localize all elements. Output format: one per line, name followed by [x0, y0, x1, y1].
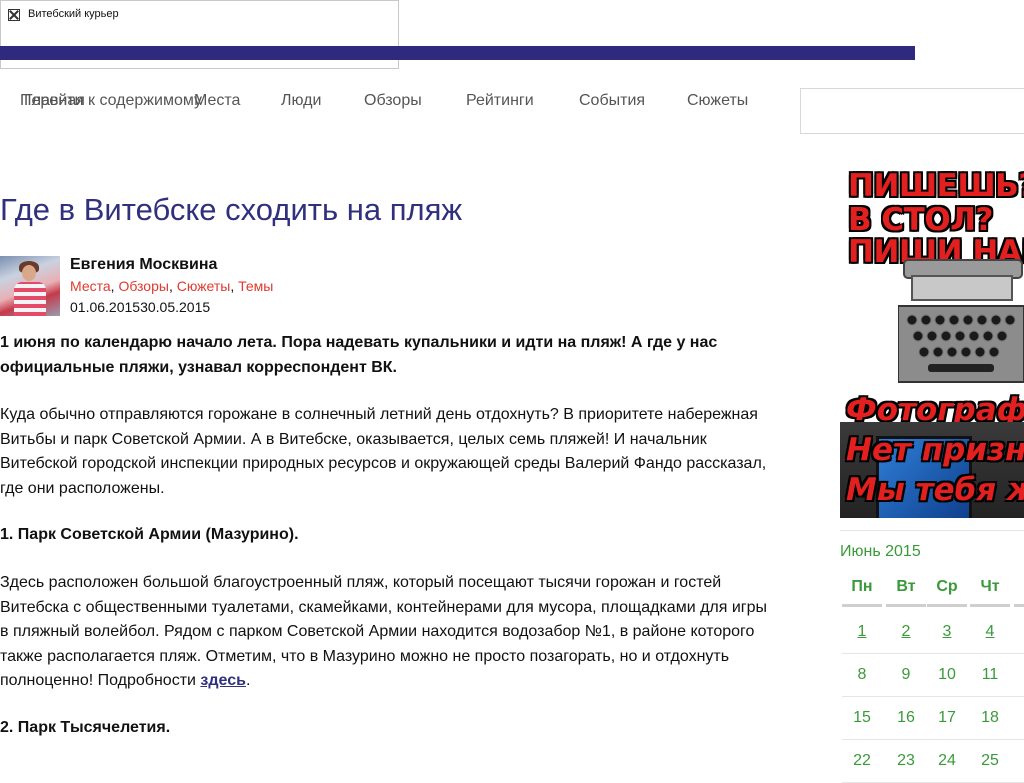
- calendar-weekday-underline: [970, 604, 1010, 607]
- calendar-weekday: Вт: [896, 578, 916, 595]
- calendar-weekday: Пн: [851, 578, 873, 595]
- calendar-row-divider: [842, 653, 1024, 654]
- calendar-weekday: Ср: [936, 578, 958, 595]
- paragraph-end: .: [245, 672, 251, 689]
- calendar-day: 26: [1012, 752, 1024, 770]
- calendar-day: 19: [1012, 709, 1024, 727]
- calendar-day[interactable]: 5: [1012, 623, 1024, 641]
- calendar-day[interactable]: 2: [884, 623, 928, 641]
- section-heading: 2. Парк Тысячелетия.: [0, 719, 171, 736]
- calendar-day: 22: [853, 752, 871, 769]
- calendar-weekday-underline: [842, 604, 882, 607]
- header-bar: [0, 46, 915, 60]
- calendar-day: 11: [981, 666, 999, 683]
- calendar-day: 23: [897, 752, 915, 769]
- calendar-row-divider: [842, 739, 1024, 740]
- article-paragraph: Куда обычно отправляются горожане в солн…: [0, 406, 767, 497]
- banner-line: ПИШЕШЬ?: [848, 168, 1024, 204]
- article-dates: 01.06.201530.05.2015: [70, 299, 211, 315]
- nav-item-ratings[interactable]: Рейтинги: [466, 92, 534, 110]
- banner-line: Мы тебя ждем!: [846, 472, 1024, 508]
- calendar-day: 9: [901, 666, 911, 683]
- main-nav: Перейти Главная к содержимому Места Люди…: [0, 92, 790, 116]
- calendar-day: 25: [981, 752, 999, 769]
- banner-line: Нет признания?: [846, 432, 1024, 468]
- calendar-day[interactable]: 4: [968, 623, 1012, 641]
- calendar-weekday: Пт: [1012, 578, 1024, 596]
- article-categories: Места, Обзоры, Сюжеты, Темы: [70, 278, 273, 294]
- calendar-day: 12: [1012, 666, 1024, 684]
- section-heading: 1. Парк Советской Армии (Мазурино).: [0, 526, 299, 543]
- category-separator: ,: [168, 278, 177, 294]
- category-link-reviews[interactable]: Обзоры: [118, 278, 169, 294]
- category-link-places[interactable]: Места: [70, 278, 111, 294]
- broken-image-icon: [8, 9, 20, 21]
- calendar-row-divider: [842, 696, 1024, 697]
- calendar-day[interactable]: 1: [840, 623, 884, 641]
- details-link[interactable]: здесь: [200, 672, 246, 689]
- calendar-day: 8: [857, 666, 867, 683]
- calendar-weekday-underline: [886, 604, 926, 607]
- paragraph-text: Здесь расположен большой благоустроенный…: [0, 574, 768, 689]
- nav-item-places[interactable]: Места: [194, 92, 240, 110]
- calendar-weekday-underline: [1014, 604, 1024, 607]
- nav-item-stories[interactable]: Сюжеты: [687, 92, 748, 110]
- category-separator: ,: [230, 278, 239, 294]
- calendar-day: 18: [981, 709, 999, 726]
- banner-line: В СТОЛ?: [848, 202, 993, 238]
- calendar-weekday: Чт: [980, 578, 1000, 595]
- calendar-day: 17: [938, 709, 956, 726]
- article-paragraph: Здесь расположен большой благоустроенный…: [0, 571, 775, 694]
- category-link-stories[interactable]: Сюжеты: [177, 278, 231, 294]
- calendar-weekday-underline: [927, 604, 967, 607]
- logo-alt-text: Витебский курьер: [28, 8, 119, 20]
- skip-to-content-link[interactable]: к содержимому: [88, 92, 202, 110]
- article-lead: 1 июня по календарю начало лета. Пора на…: [0, 334, 718, 376]
- calendar-day: 16: [897, 709, 915, 726]
- sidebar-banner[interactable]: ПИШЕШЬ? В СТОЛ? ПИШИ НАМ! Фотографируешь…: [840, 160, 1024, 518]
- nav-item-reviews[interactable]: Обзоры: [364, 92, 422, 110]
- nav-item-home[interactable]: Главная: [24, 92, 85, 110]
- article-title: Где в Витебске сходить на пляж: [0, 192, 463, 227]
- nav-item-people[interactable]: Люди: [281, 92, 321, 110]
- category-link-topics[interactable]: Темы: [238, 278, 273, 294]
- typewriter-icon: [898, 259, 1024, 383]
- calendar-day: 10: [938, 666, 956, 683]
- calendar-day: 24: [938, 752, 956, 769]
- calendar-title: Июнь 2015: [840, 543, 921, 560]
- calendar-day[interactable]: 3: [925, 623, 969, 641]
- search-input[interactable]: [800, 88, 1024, 134]
- calendar-day: 15: [853, 709, 871, 726]
- divider: [840, 530, 1024, 531]
- author-name[interactable]: Евгения Москвина: [70, 256, 217, 274]
- nav-item-events[interactable]: События: [579, 92, 645, 110]
- avatar[interactable]: [0, 256, 60, 316]
